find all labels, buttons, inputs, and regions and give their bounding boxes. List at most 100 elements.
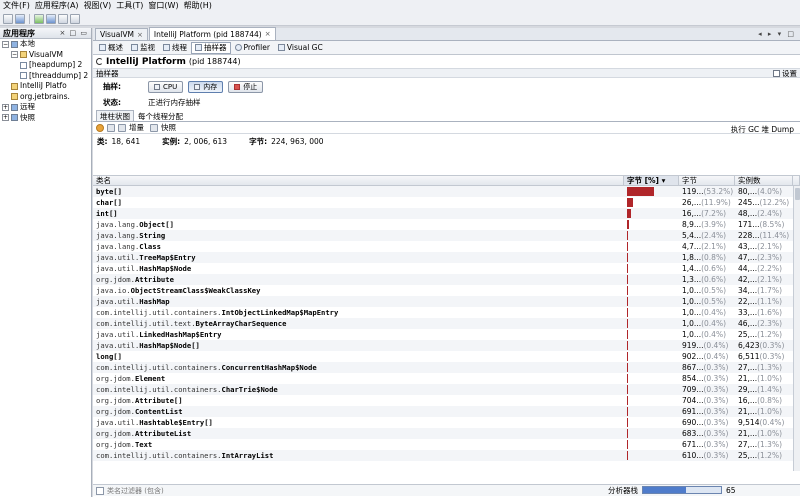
memory-button[interactable]: 内存 [188, 80, 224, 93]
subtab-profiler[interactable]: Profiler [231, 42, 274, 54]
delta-icon[interactable] [118, 123, 126, 132]
tab-navigation-controls[interactable]: ◂ ▸ ▾ □ [758, 30, 796, 38]
table-row[interactable]: byte[] 119...(53.2%) 80,...(4.0%) [93, 186, 800, 197]
bytes-percent: (0.3%) [703, 451, 729, 460]
settings-checkbox[interactable]: 设置 [773, 68, 797, 79]
refresh-icon[interactable] [107, 123, 115, 132]
table-row[interactable]: com.intellij.util.containers.ConcurrentH… [93, 362, 800, 373]
class-filter-input[interactable]: 类名过滤器 (包含) [107, 486, 164, 496]
instances-percent: (2.1%) [757, 275, 782, 284]
menu-tools[interactable]: 工具(T) [115, 0, 147, 12]
tree-node[interactable]: [threaddump] 2 [0, 71, 91, 82]
snapshot-icon[interactable] [150, 123, 158, 132]
heap-dump-icon[interactable] [46, 13, 56, 24]
menu-help[interactable]: 帮助(H) [183, 0, 216, 12]
stop-button[interactable]: 停止 [228, 80, 264, 93]
bytes-percent-bar-cell [624, 241, 679, 252]
table-row[interactable]: java.util.HashMap$Node 1,4...(0.6%) 44,...… [93, 263, 800, 274]
table-row[interactable]: java.lang.Class 4,7...(2.1%) 43,...(2.1%) [93, 241, 800, 252]
table-row[interactable]: java.util.TreeMap$Entry 1,8...(0.8%) 47,..… [93, 252, 800, 263]
bytes-label: 字节: [249, 137, 268, 146]
table-row[interactable]: java.io.ObjectStreamClass$WeakClassKey 1,… [93, 285, 800, 296]
menu-file[interactable]: 文件(F) [2, 0, 34, 12]
menu-window[interactable]: 窗口(W) [147, 0, 182, 12]
add-remote-host-icon[interactable] [34, 13, 44, 24]
subtab-threads[interactable]: 线程 [159, 42, 191, 54]
instances-cell: 46,...(2.3%) [735, 318, 793, 329]
table-row[interactable]: int[] 16,...(7.2%) 48,...(2.4%) [93, 208, 800, 219]
menu-view[interactable]: 视图(V) [83, 0, 116, 12]
tree-node[interactable]: + 快照 [0, 113, 91, 124]
table-row[interactable]: java.util.Hashtable$Entry[] 690...(0.3%) 9… [93, 417, 800, 428]
snapshot-button[interactable]: 快照 [161, 122, 176, 133]
table-row[interactable]: long[] 902...(0.4%) 6,511(0.3%) [93, 351, 800, 362]
table-row[interactable]: java.util.LinkedHashMap$Entry 1,0...(0.4%… [93, 329, 800, 340]
expand-icon[interactable]: + [2, 114, 9, 122]
scrollbar-thumb[interactable] [795, 188, 800, 200]
column-bytes-percent[interactable]: 字节 [%] ▾ [624, 176, 679, 185]
gc-heapdump-actions[interactable]: 执行 GC 堆 Dump [731, 124, 794, 135]
subtab-visual-gc[interactable]: Visual GC [274, 42, 327, 54]
subtab-monitor[interactable]: 监视 [127, 42, 159, 54]
table-row[interactable]: java.lang.Object[] 8,9...(3.9%) 171...(8.5… [93, 219, 800, 230]
class-simple-name: ConcurrentHashMap$Node [221, 363, 317, 372]
table-row[interactable]: com.intellij.util.containers.IntObjectLi… [93, 307, 800, 318]
tree-node[interactable]: + 远程 [0, 102, 91, 113]
snapshot-icon[interactable] [70, 13, 80, 24]
table-row[interactable]: org.jdom.Attribute[] 704...(0.3%) 16,...(0… [93, 395, 800, 406]
column-chooser[interactable] [793, 176, 800, 185]
tree-node[interactable]: [heapdump] 2 [0, 60, 91, 71]
close-icon[interactable]: × [137, 31, 143, 39]
tree-node[interactable]: IntelliJ Platfo [0, 81, 91, 92]
tab-heap-histogram[interactable]: 堆柱状图 [96, 110, 134, 121]
cpu-button[interactable]: CPU [148, 80, 184, 93]
panel-window-controls[interactable]: × □ ▭ [59, 29, 88, 37]
column-class-name[interactable]: 类名 [93, 176, 624, 185]
table-row[interactable]: char[] 26,...(11.9%) 245...(12.2%) [93, 197, 800, 208]
collapse-icon[interactable]: − [11, 51, 18, 59]
instances-percent: (1.4%) [757, 385, 782, 394]
tab-visualvm[interactable]: VisualVM × [95, 28, 148, 40]
collapse-icon[interactable]: − [2, 40, 9, 48]
bytes-cell: 867...(0.3%) [679, 362, 735, 373]
instances-percent: (1.2%) [757, 330, 782, 339]
tree-node[interactable]: org.jetbrains. [0, 92, 91, 103]
menu-application[interactable]: 应用程序(A) [34, 0, 83, 12]
bytes-percent-bar-cell [624, 263, 679, 274]
tree-node[interactable]: − VisualVM [0, 50, 91, 61]
table-row[interactable]: org.jdom.AttributeList 683...(0.3%) 21,...… [93, 428, 800, 439]
subtab-sampler[interactable]: 抽样器 [191, 41, 231, 54]
open-file-icon[interactable] [3, 13, 13, 24]
pause-icon[interactable] [96, 123, 104, 132]
table-row[interactable]: java.util.HashMap 1,0...(0.5%) 22,...(1.1%… [93, 296, 800, 307]
table-row[interactable]: org.jdom.Element 854...(0.3%) 21,...(1.0%) [93, 373, 800, 384]
column-bytes[interactable]: 字节 [679, 176, 735, 185]
table-row[interactable]: com.intellij.util.containers.IntArrayLis… [93, 450, 800, 461]
table-row[interactable]: com.intellij.util.text.ByteArrayCharSequ… [93, 318, 800, 329]
table-row[interactable]: org.jdom.Text 671...(0.3%) 27,...(1.3%) [93, 439, 800, 450]
tab-intellij-platform[interactable]: IntelliJ Platform (pid 188744) × [148, 27, 276, 40]
close-icon[interactable]: × [265, 30, 271, 38]
add-jmx-icon[interactable] [15, 13, 25, 24]
bytes-percent-bar-cell [624, 296, 679, 307]
subtab-overview[interactable]: 概述 [95, 42, 127, 54]
instances-percent: (2.4%) [757, 209, 782, 218]
delta-button[interactable]: 增量 [129, 122, 144, 133]
checkbox-icon[interactable] [773, 69, 780, 77]
thread-dump-icon[interactable] [58, 13, 68, 24]
expand-icon[interactable]: + [2, 103, 9, 111]
bytes-cell: 1,0...(0.4%) [679, 329, 735, 340]
class-package: com.intellij.util.text. [96, 319, 196, 328]
table-row[interactable]: com.intellij.util.containers.CharTrie$No… [93, 384, 800, 395]
tree-node-label: 快照 [20, 112, 35, 122]
table-row[interactable]: org.jdom.Attribute 1,3...(0.6%) 42,...(2.1… [93, 274, 800, 285]
bytes-cell: 119...(53.2%) [679, 186, 735, 197]
table-row[interactable]: java.util.HashMap$Node[] 919...(0.4%) 6,42… [93, 340, 800, 351]
table-row[interactable]: org.jdom.ContentList 691...(0.3%) 21,...(1… [93, 406, 800, 417]
table-row[interactable]: java.lang.String 5,4...(2.4%) 228...(11.4%… [93, 230, 800, 241]
tab-per-thread-allocation[interactable]: 每个线程分配 [134, 110, 187, 121]
tree-node-label: 远程 [20, 102, 35, 111]
column-instances[interactable]: 实例数 [735, 176, 793, 185]
table-scrollbar[interactable] [793, 186, 800, 471]
tree-node[interactable]: − 本地 [0, 39, 91, 50]
